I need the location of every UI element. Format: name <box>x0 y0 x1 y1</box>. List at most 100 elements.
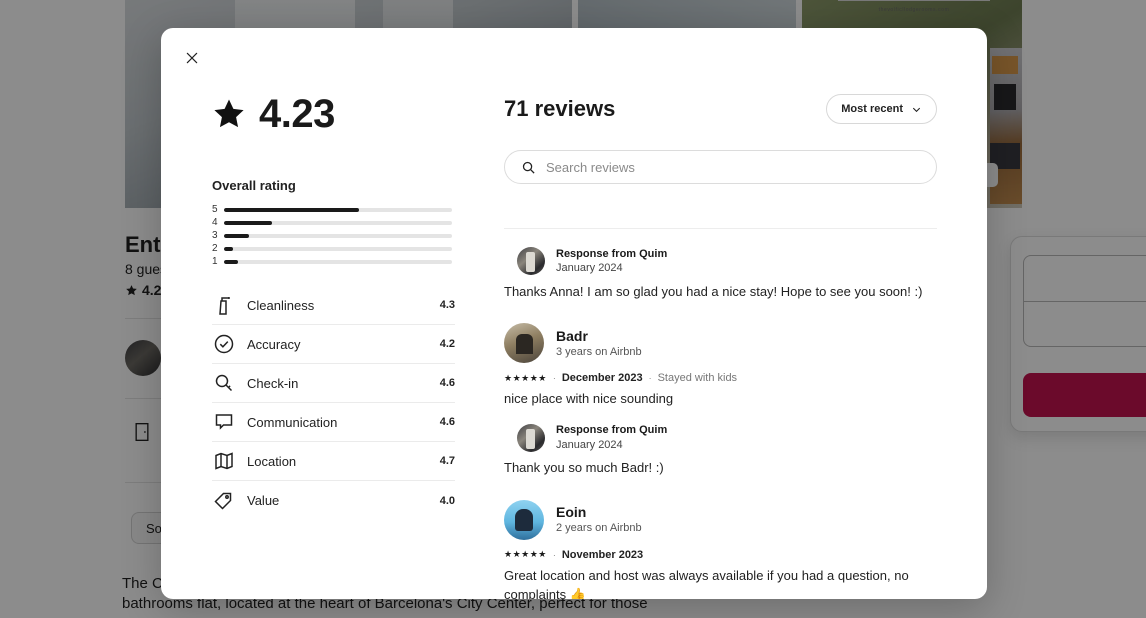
avatar[interactable] <box>504 323 544 364</box>
rating-bar-label: 1 <box>212 256 218 267</box>
rating-bar-fill <box>224 246 234 251</box>
host-avatar[interactable] <box>517 423 545 452</box>
reviews-panel: 71 reviews Most recent Search reviews Re… <box>491 72 987 599</box>
rating-bar-fill <box>224 207 359 212</box>
rating-bar-label: 3 <box>212 230 218 241</box>
speech-bubble-icon <box>215 414 233 430</box>
category-value: 4.0 <box>439 494 455 507</box>
reviews-list: Response from Quim January 2024 Thanks A… <box>504 210 937 599</box>
host-reply-partial: Response from Quim January 2024 Thanks A… <box>504 247 937 301</box>
reviewer-tenure: 3 years on Airbnb <box>556 346 642 359</box>
rating-bar-label: 5 <box>212 204 218 215</box>
sort-dropdown[interactable]: Most recent <box>826 94 937 124</box>
map-icon <box>215 452 233 470</box>
partial-review-above <box>504 210 937 222</box>
star-icon <box>214 99 244 128</box>
review-date: December 2023 <box>561 372 643 385</box>
spray-bottle-icon <box>219 297 230 315</box>
category-row-communication: Communication 4.6 <box>212 403 455 442</box>
rating-bar-row: 1 <box>212 255 452 268</box>
category-label: Value <box>247 493 280 508</box>
close-button[interactable] <box>176 42 208 74</box>
overall-rating-label: Overall rating <box>212 178 296 193</box>
tag-icon <box>214 492 232 510</box>
review-meta: ★★★★★ · December 2023 · Stayed with kids <box>504 372 937 384</box>
rating-bar-track <box>224 259 452 264</box>
reviews-count: 71 reviews <box>504 96 616 121</box>
category-label: Location <box>247 453 297 469</box>
rating-bar-track <box>224 220 452 225</box>
search-icon <box>522 161 535 174</box>
review-text: nice place with nice sounding <box>504 391 674 407</box>
rating-bar-track <box>224 246 452 251</box>
rating-bar-row: 4 <box>212 216 452 229</box>
overall-score-value: 4.23 <box>259 92 335 136</box>
category-row-checkin: Check-in 4.6 <box>212 364 455 403</box>
host-reply-text: Thank you so much Badr! :) <box>504 459 664 475</box>
rating-bar-label: 4 <box>212 217 218 228</box>
category-label: Check-in <box>247 375 299 391</box>
category-ratings: Cleanliness 4.3 Accuracy 4.2 Check-in 4.… <box>212 286 455 520</box>
category-label: Communication <box>247 414 338 430</box>
reviewer-info: Eoin 2 years on Airbnb <box>504 499 937 540</box>
rating-summary-panel: 4.23 Overall rating 5 4 3 2 1 Cleanlines… <box>161 72 491 599</box>
category-value: 4.7 <box>439 455 455 467</box>
check-circle-icon <box>214 334 234 354</box>
reviewer-name: Badr <box>556 327 588 344</box>
category-value: 4.3 <box>439 299 455 311</box>
host-reply: Response from Quim January 2024 Thank yo… <box>504 423 937 477</box>
host-reply-text: Thanks Anna! I am so glad you had a nice… <box>504 283 923 299</box>
rating-bar-label: 2 <box>212 243 218 254</box>
close-icon <box>186 52 198 64</box>
reviews-modal: 4.23 Overall rating 5 4 3 2 1 Cleanlines… <box>161 28 987 599</box>
host-reply-author: Response from Quim <box>556 248 668 260</box>
review-meta-separator-2: · <box>648 373 652 384</box>
review-item: Eoin 2 years on Airbnb ★★★★★ · November … <box>504 499 937 599</box>
rating-distribution: 5 4 3 2 1 <box>212 203 452 268</box>
review-meta-separator: · <box>552 549 556 560</box>
reviewer-tenure: 2 years on Airbnb <box>556 522 642 535</box>
rating-bar-row: 3 <box>212 229 452 242</box>
host-reply-author: Response from Quim <box>556 424 668 437</box>
partial-review-text <box>504 212 507 222</box>
rating-bar-fill <box>224 233 250 238</box>
review-separator <box>504 228 937 229</box>
category-row-accuracy: Accuracy 4.2 <box>212 325 455 364</box>
page-root: thevolficllodgerooms.com Entir 8 gues 4.… <box>0 0 1146 618</box>
review-stars: ★★★★★ <box>504 549 547 560</box>
rating-bar-row: 5 <box>212 203 452 216</box>
chevron-down-icon <box>912 107 921 112</box>
host-reply-header: Response from Quim January 2024 <box>517 423 937 452</box>
category-row-location: Location 4.7 <box>212 442 455 481</box>
host-reply-date: January 2024 <box>556 262 623 275</box>
overall-score-row: 4.23 <box>212 94 491 134</box>
category-value: 4.6 <box>439 377 455 389</box>
category-row-value: Value 4.0 <box>212 481 455 520</box>
category-value: 4.6 <box>439 416 455 428</box>
host-avatar[interactable] <box>517 247 545 276</box>
rating-bar-fill <box>224 220 272 225</box>
review-meta: ★★★★★ · November 2023 <box>504 549 937 561</box>
avatar[interactable] <box>504 499 544 540</box>
category-value: 4.2 <box>439 338 455 350</box>
reviewer-name: Eoin <box>556 503 587 520</box>
rating-bar-track <box>224 233 452 238</box>
search-input[interactable] <box>546 159 920 175</box>
host-reply-header: Response from Quim January 2024 <box>517 247 937 276</box>
review-date: November 2023 <box>561 548 644 561</box>
key-icon <box>215 374 233 392</box>
reviews-header: 71 reviews Most recent <box>504 94 937 124</box>
review-stars: ★★★★★ <box>504 372 547 383</box>
rating-bar-fill <box>224 259 238 264</box>
sort-label: Most recent <box>841 103 903 115</box>
rating-bar-row: 2 <box>212 242 452 255</box>
review-trip-type: Stayed with kids <box>657 372 738 385</box>
review-text: Great location and host was always avail… <box>504 567 909 599</box>
review-item: Badr 3 years on Airbnb ★★★★★ · December … <box>504 323 937 477</box>
host-reply-date: January 2024 <box>556 438 623 451</box>
search-reviews-box[interactable] <box>504 150 937 184</box>
reviewer-info: Badr 3 years on Airbnb <box>504 323 937 364</box>
category-label: Cleanliness <box>247 297 315 313</box>
category-label: Accuracy <box>247 336 301 352</box>
category-row-cleanliness: Cleanliness 4.3 <box>212 286 455 325</box>
